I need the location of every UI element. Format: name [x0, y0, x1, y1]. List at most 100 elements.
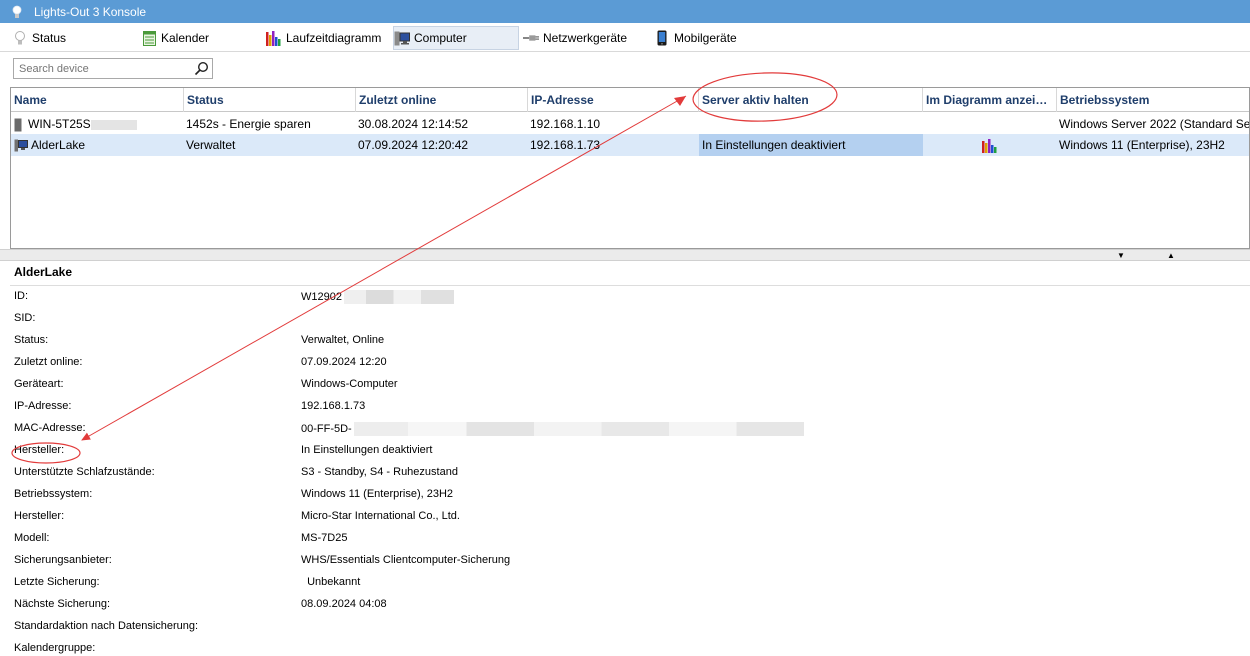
server-tower-icon	[14, 118, 22, 132]
row-ip-cell: 192.168.1.10	[530, 117, 601, 131]
row-last-online-cell: 30.08.2024 12:14:52	[358, 117, 469, 131]
detail-value: Windows 11 (Enterprise), 23H2	[301, 488, 454, 500]
detail-row-model: Modell: MS-7D25	[0, 528, 1250, 550]
detail-label: Nächste Sicherung:	[14, 598, 110, 610]
detail-value-text: W12902	[301, 290, 342, 303]
details-title: AlderLake	[14, 265, 73, 279]
detail-row-after-backup-action: Standardaktion nach Datensicherung:	[0, 616, 1250, 638]
tab-mobilgeraete[interactable]: Mobilgeräte	[654, 26, 764, 50]
device-name: AlderLake	[31, 138, 86, 152]
detail-value: Verwaltet, Online	[301, 334, 385, 346]
detail-row-device-type: Geräteart: Windows-Computer	[0, 374, 1250, 396]
redacted-block	[353, 422, 804, 436]
detail-row-sid: SID:	[0, 308, 1250, 330]
detail-row-next-backup: Nächste Sicherung: 08.09.2024 04:08	[0, 594, 1250, 616]
bulb-icon	[12, 30, 28, 46]
device-name: WIN-5T25S	[28, 117, 91, 131]
detail-value: 07.09.2024 12:20	[301, 356, 387, 368]
device-grid: Name Status Zuletzt online IP-Adresse Se…	[10, 87, 1250, 249]
detail-label: SID:	[14, 312, 36, 324]
column-header-in-chart[interactable]: Im Diagramm anzei…	[923, 88, 1057, 112]
detail-value: MS-7D25	[301, 532, 348, 544]
calendar-icon	[141, 30, 157, 46]
detail-label: Hersteller:	[14, 444, 65, 456]
detail-value: In Einstellungen deaktiviert	[301, 444, 433, 456]
row-name-cell: WIN-5T25S	[14, 113, 184, 135]
detail-label: IP-Adresse:	[14, 400, 72, 412]
table-row[interactable]: WIN-5T25S 1452s - Energie sparen 30.08.2…	[11, 113, 1250, 135]
detail-label: ID:	[14, 290, 29, 302]
collapse-down-icon[interactable]: ▼	[1116, 252, 1126, 260]
tab-netzwerkgeraete[interactable]: Netzwerkgeräte	[523, 26, 647, 50]
row-os-cell: Windows Server 2022 (Standard Serv	[1059, 117, 1250, 131]
row-status-cell: Verwaltet	[186, 138, 236, 152]
tab-label: Status	[32, 31, 67, 45]
detail-value: 192.168.1.73	[301, 400, 366, 412]
detail-row-ip: IP-Adresse: 192.168.1.73	[0, 396, 1250, 418]
tab-status[interactable]: Status	[12, 26, 122, 50]
detail-row-backup-provider: Sicherungsanbieter: WHS/Essentials Clien…	[0, 550, 1250, 572]
detail-value: WHS/Essentials Clientcomputer-Sicherung	[301, 554, 511, 566]
detail-row-id: ID: W12902	[0, 286, 1250, 308]
tab-computer[interactable]: Computer	[393, 26, 519, 50]
detail-value: 08.09.2024 04:08	[301, 598, 387, 610]
detail-row-calendar-group: Kalendergruppe:	[0, 638, 1250, 656]
tab-label: Mobilgeräte	[674, 31, 737, 45]
tab-label: Laufzeitdiagramm	[286, 31, 382, 45]
panel-splitter[interactable]: ▼ ▲	[0, 249, 1250, 261]
bar-chart-icon	[982, 138, 997, 153]
search-input[interactable]	[14, 59, 189, 78]
detail-row-sleep-states: Unterstützte Schlafzustände: S3 - Standb…	[0, 462, 1250, 484]
window-title: Lights-Out 3 Konsole	[34, 4, 147, 19]
detail-label: Betriebssystem:	[14, 488, 93, 500]
tab-label: Kalender	[161, 31, 210, 45]
detail-value: Unbekannt	[301, 576, 361, 588]
detail-label: Geräteart:	[14, 378, 64, 390]
redacted-block	[343, 290, 454, 304]
column-header-os[interactable]: Betriebssystem	[1057, 88, 1249, 112]
pc-monitor-icon	[14, 139, 28, 152]
redacted-block	[90, 119, 137, 130]
row-in-chart-cell[interactable]	[923, 134, 1057, 156]
column-header-name[interactable]: Name	[11, 88, 184, 112]
detail-value: S3 - Standby, S4 - Ruhezustand	[301, 466, 458, 478]
table-row-selected[interactable]: AlderLake Verwaltet 07.09.2024 12:20:42 …	[11, 134, 1249, 156]
detail-label: Standardaktion nach Datensicherung:	[14, 620, 199, 632]
row-keep-awake-cell[interactable]: In Einstellungen deaktiviert	[699, 134, 923, 156]
row-last-online-cell: 07.09.2024 12:20:42	[358, 138, 469, 152]
detail-row-last-online: Zuletzt online: 07.09.2024 12:20	[0, 352, 1250, 374]
row-name-cell: AlderLake	[14, 134, 184, 156]
detail-value: Windows-Computer	[301, 378, 398, 390]
detail-value: W12902	[301, 290, 454, 304]
collapse-up-icon[interactable]: ▲	[1166, 252, 1176, 260]
column-header-status[interactable]: Status	[184, 88, 356, 112]
row-status-cell: 1452s - Energie sparen	[186, 117, 311, 131]
tab-kalender[interactable]: Kalender	[141, 26, 251, 50]
detail-label: Letzte Sicherung:	[14, 576, 100, 588]
column-header-keep-awake[interactable]: Server aktiv halten	[699, 88, 923, 112]
tab-bar: Status Kalender Laufzeitdiagramm Compute…	[0, 23, 1250, 52]
column-header-ip[interactable]: IP-Adresse	[528, 88, 699, 112]
detail-row-status: Status: Verwaltet, Online	[0, 330, 1250, 352]
bar-chart-icon	[266, 30, 282, 46]
search-icon[interactable]	[194, 61, 209, 76]
mobile-phone-icon	[654, 30, 670, 46]
detail-label: Unterstützte Schlafzustände:	[14, 466, 155, 478]
detail-value-text: 00-FF-5D-	[301, 422, 352, 435]
detail-label: Sicherungsanbieter:	[14, 554, 112, 566]
detail-row-mac: MAC-Adresse: 00-FF-5D-	[0, 418, 1250, 440]
detail-row-os: Betriebssystem: Windows 11 (Enterprise),…	[0, 484, 1250, 506]
row-ip-cell: 192.168.1.73	[530, 138, 601, 152]
detail-row-manufacturer: Hersteller: Micro-Star International Co.…	[0, 506, 1250, 528]
detail-row-manufacturer-setting: Hersteller: In Einstellungen deaktiviert	[0, 440, 1250, 462]
detail-label: Status:	[14, 334, 49, 346]
detail-label: Modell:	[14, 532, 50, 544]
detail-value: Micro-Star International Co., Ltd.	[301, 510, 460, 522]
tab-label: Computer	[414, 31, 467, 45]
search-box	[13, 58, 213, 79]
row-os-cell: Windows 11 (Enterprise), 23H2	[1059, 138, 1225, 152]
computer-icon	[394, 30, 410, 46]
column-header-last-online[interactable]: Zuletzt online	[356, 88, 528, 112]
row-keep-awake-cell[interactable]	[701, 113, 923, 135]
tab-laufzeitdiagramm[interactable]: Laufzeitdiagramm	[266, 26, 386, 50]
